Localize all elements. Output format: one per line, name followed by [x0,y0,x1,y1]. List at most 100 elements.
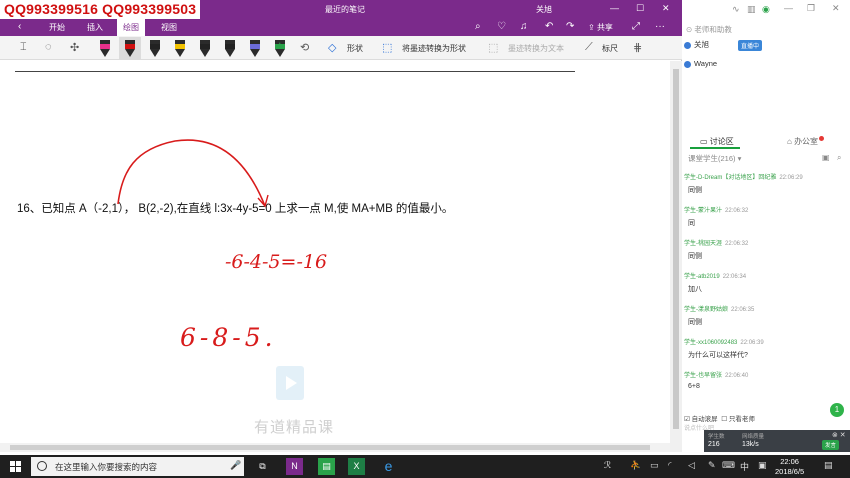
pen-swatch-icon[interactable] [200,40,210,57]
ribbon-tabs: ‹ 开始 插入 绘图 视图 ⌕ ♡ ♫ ↶ ↷ ⇪ 共享 ⤢ ··· [0,19,682,36]
pen-swatch-icon[interactable] [150,40,160,57]
signal-icon: ∿ [732,4,740,14]
tab-home[interactable]: 开始 [49,22,65,33]
tab-insert[interactable]: 插入 [87,22,103,33]
stats-action-icons[interactable]: ⊗ ✕ [832,431,846,439]
excel-taskbar-icon[interactable]: X [348,458,365,475]
more-icon[interactable]: ··· [655,21,665,32]
vertical-scrollbar[interactable] [670,61,682,452]
lightbulb-icon[interactable]: ♡ [497,21,506,32]
undo-icon[interactable]: ↶ [545,21,553,32]
chat-sender[interactable]: 学生-D-Dream【对话地区】回纪雅 [682,175,776,181]
speak-button[interactable]: 发言 [822,440,840,450]
tab-view[interactable]: 视图 [161,22,177,33]
network-tray-icon[interactable]: ▭ [650,460,659,471]
auto-scroll-checkbox[interactable]: ☑ [684,416,690,423]
tab-discussion[interactable]: ▭ 讨论区 [700,136,734,147]
chat-sender[interactable]: 学生-蒙汁果汁 [682,208,722,214]
panel-restore-icon[interactable]: ❐ [807,3,815,14]
ink-replay-icon[interactable]: ⟲ [300,41,309,54]
search-icon[interactable]: ⌕ [475,21,481,32]
pen-input-tray-icon[interactable]: ✎ [708,460,716,471]
keyboard-tray-icon[interactable]: ⌨ [722,460,735,471]
horizontal-scroll-thumb[interactable] [10,445,650,450]
handwriting-line-2: 6-8-5. [180,323,277,352]
teacher-item[interactable]: 关旭 [684,39,709,50]
signed-in-user[interactable]: 关旭 [536,4,552,15]
edge-taskbar-icon[interactable]: e [380,458,397,475]
task-view-icon[interactable]: ⧉ [254,458,271,475]
microphone-icon[interactable]: 🎤 [230,460,241,471]
chat-sender[interactable]: 学生-漾泉野姑娘 [682,307,728,313]
pen-swatch-icon[interactable] [175,40,185,57]
ruler-button[interactable]: 标尺 [602,43,618,54]
vertical-scroll-thumb[interactable] [673,69,679,429]
chat-message: 学生-atb2019 22:06:34 加八 [682,271,842,293]
pen-swatch-icon[interactable] [119,37,141,59]
pen-palette [100,37,285,59]
student-filter-dropdown[interactable]: 课堂学生(216) ▾ [688,153,741,164]
windows-start-icon[interactable] [10,461,21,472]
ink-to-shape-button[interactable]: 将墨迹转换为形状 [402,43,466,54]
wifi-tray-icon[interactable]: ◜ [668,460,672,471]
start-tile [10,467,15,472]
maximize-icon[interactable]: ☐ [636,3,644,14]
app-tray-icon[interactable]: ▣ [758,460,767,471]
minimize-icon[interactable]: — [610,3,619,13]
note-canvas[interactable]: 16、已知点 A（-2,1）， B(2,-2),在直线 l:3x-4y-5=0 … [0,61,682,452]
clock[interactable]: 22:06 2018/6/5 [775,457,804,477]
pen-swatch-icon[interactable] [250,40,260,57]
teacher-item[interactable]: Wayne [684,59,717,68]
ink-to-text-button: 墨迹转换为文本 [508,44,564,53]
add-pen-icon[interactable]: + [276,38,284,53]
volume-tray-icon[interactable]: ◁ [688,460,695,471]
chat-text: 同侧 [688,187,702,194]
shapes-icon[interactable]: ◇ [328,41,336,54]
chat-sender[interactable]: 学生-atb2019 [682,274,720,280]
chat-sender[interactable]: 学生-也早留张 [682,373,722,379]
auto-scroll-label: 自动滚屏 [691,416,718,423]
taskbar-search[interactable]: 在这里输入你要搜索的内容 🎤 [31,457,244,476]
expand-icon[interactable]: ⤢ [632,21,640,32]
stats-icon[interactable]: ▥ [747,4,756,15]
horizontal-scrollbar[interactable] [0,443,670,452]
only-teacher-checkbox[interactable]: ☐ [721,416,727,423]
close-icon[interactable]: ✕ [662,3,670,14]
onenote-taskbar-icon[interactable]: N [286,458,303,475]
ime-indicator[interactable]: 中 [740,460,749,473]
taskbar: 在这里输入你要搜索的内容 🎤 ⧉ N ▤ X e ℛ ⛹ ▭ ◜ ◁ ✎ ⌨ 中… [0,455,850,478]
pen-swatch-icon[interactable] [225,40,235,57]
shapes-button[interactable]: 形状 [347,43,363,54]
speed-value: 13k/s [742,441,759,448]
chat-time: 22:06:34 [722,274,747,280]
panel-close-icon[interactable]: ✕ [832,3,840,14]
ruler-icon[interactable]: ⟋ [585,41,593,54]
back-icon[interactable]: ‹ [18,21,21,32]
redo-icon[interactable]: ↷ [566,21,574,32]
chat-time: 22:06:35 [731,307,755,313]
share-button[interactable]: ⇪ 共享 [588,22,613,33]
ink-to-shape-icon[interactable]: ⬚ [382,41,392,54]
chat-message: 学生-桃园天涯 22:06:32 同侧 [682,238,842,260]
pen-swatch-icon[interactable] [100,40,110,57]
panel-minimize-icon[interactable]: — [784,3,793,13]
hand-raise-count[interactable]: 1 [830,403,844,417]
chat-sender[interactable]: 学生-桃园天涯 [682,241,722,247]
select-text-icon[interactable]: ⌶ [20,41,27,54]
tab-draw[interactable]: 绘图 [117,19,145,36]
image-icon[interactable]: ▣ [822,153,830,162]
green-app-taskbar-icon[interactable]: ▤ [318,458,335,475]
tab-office[interactable]: ⌂ 办公室 [787,136,825,147]
chat-sender[interactable]: 学生-xx1060092483 [682,340,737,346]
live-badge: 直播中 [738,40,763,51]
chat-message: 学生-蒙汁果汁 22:06:32 同 [682,205,842,227]
math-icon[interactable]: ⋕ [633,41,642,54]
add-space-icon[interactable]: ✣ [70,41,79,54]
pen-tray-icon[interactable]: ℛ [604,460,611,471]
bell-icon[interactable]: ♫ [520,21,528,32]
action-center-icon[interactable]: ▤ [824,460,833,471]
lasso-icon[interactable]: ◌ [45,41,52,53]
speed-label: 网络质量 [742,434,765,440]
search-chat-icon[interactable]: ⌕ [837,153,841,163]
people-tray-icon[interactable]: ⛹ [630,460,641,471]
